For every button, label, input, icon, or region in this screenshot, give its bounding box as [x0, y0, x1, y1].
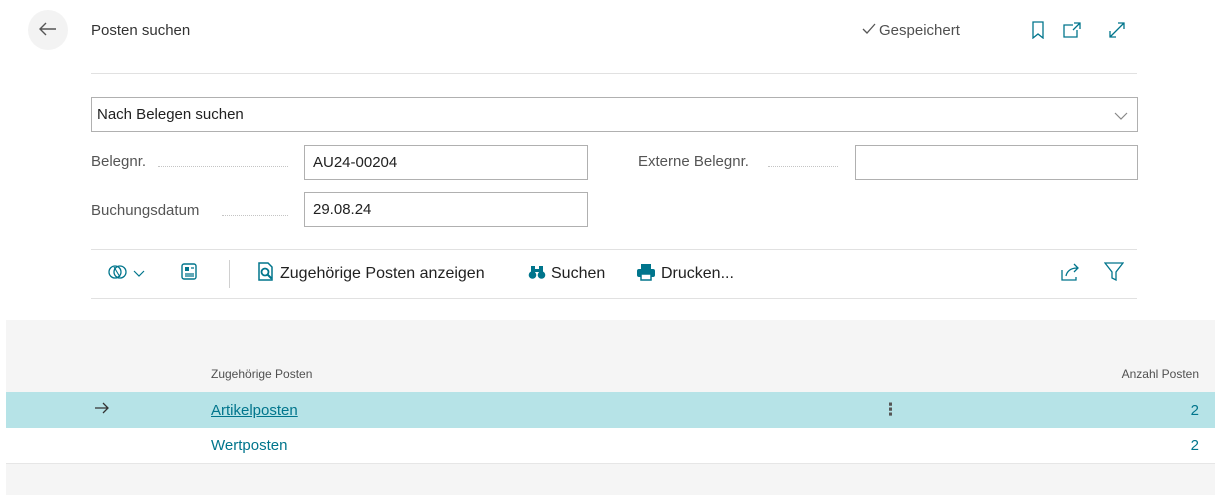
details-pane-button[interactable]: [181, 250, 197, 298]
belegnr-leader: [158, 166, 288, 167]
action-divider: [229, 260, 230, 288]
page-title: Posten suchen: [91, 22, 191, 39]
buchungsdatum-leader: [222, 215, 288, 216]
saved-label: Gespeichert: [879, 22, 960, 39]
share-icon: [1061, 263, 1081, 286]
arrow-left-icon: [39, 19, 57, 42]
externe-belegnr-label: Externe Belegnr.: [638, 153, 749, 170]
search-mode-select[interactable]: Nach Belegen suchen: [91, 97, 1138, 132]
view-mode-icon: [108, 263, 128, 286]
view-mode-button[interactable]: [108, 250, 145, 298]
printer-icon: [636, 263, 656, 286]
filter-button[interactable]: [1103, 250, 1125, 298]
row-more-options-icon[interactable]: ⋮: [882, 400, 899, 420]
saved-status: Gespeichert: [862, 22, 960, 39]
share-button[interactable]: [1061, 250, 1081, 298]
column-header-related-entries[interactable]: Zugehörige Posten: [211, 367, 312, 381]
bookmark-icon[interactable]: [1027, 19, 1049, 41]
details-pane-icon: [181, 263, 197, 285]
belegnr-field[interactable]: AU24-00204: [304, 145, 588, 180]
externe-belegnr-field[interactable]: [855, 145, 1138, 180]
table-row[interactable]: Wertposten 2: [6, 428, 1215, 464]
chevron-down-icon: [133, 265, 145, 283]
buchungsdatum-label: Buchungsdatum: [91, 202, 200, 219]
column-header-entry-count[interactable]: Anzahl Posten: [1122, 367, 1199, 381]
open-new-window-icon[interactable]: [1061, 19, 1083, 41]
binoculars-icon: [528, 264, 546, 285]
back-button[interactable]: [28, 10, 68, 50]
action-bar: Zugehörige Posten anzeigen Suchen Drucke…: [91, 250, 1137, 298]
print-button[interactable]: Drucken...: [636, 250, 734, 298]
document-search-icon: [257, 262, 275, 286]
filter-icon: [1103, 262, 1125, 286]
belegnr-label: Belegnr.: [91, 153, 147, 170]
arrow-right-icon: [94, 401, 110, 419]
header-separator: [91, 73, 1137, 74]
expand-icon[interactable]: [1106, 19, 1128, 41]
chevron-down-icon: [1114, 107, 1128, 123]
checkmark-icon: [862, 22, 876, 39]
show-related-entries-label: Zugehörige Posten anzeigen: [280, 265, 485, 282]
buchungsdatum-field[interactable]: 29.08.24: [304, 192, 588, 227]
externe-belegnr-leader: [768, 166, 838, 167]
actionbar-bottom-separator: [91, 298, 1137, 299]
search-label: Suchen: [551, 265, 606, 282]
entry-type-link[interactable]: Artikelposten: [211, 402, 298, 419]
show-related-entries-button[interactable]: Zugehörige Posten anzeigen: [257, 250, 485, 298]
entry-count[interactable]: 2: [1191, 437, 1199, 454]
entry-count[interactable]: 2: [1191, 402, 1199, 419]
table-row[interactable]: Artikelposten ⋮ 2: [6, 392, 1215, 428]
entry-type-link[interactable]: Wertposten: [211, 437, 287, 454]
search-mode-value: Nach Belegen suchen: [97, 106, 244, 123]
print-label: Drucken...: [661, 265, 734, 282]
search-button[interactable]: Suchen: [528, 250, 605, 298]
